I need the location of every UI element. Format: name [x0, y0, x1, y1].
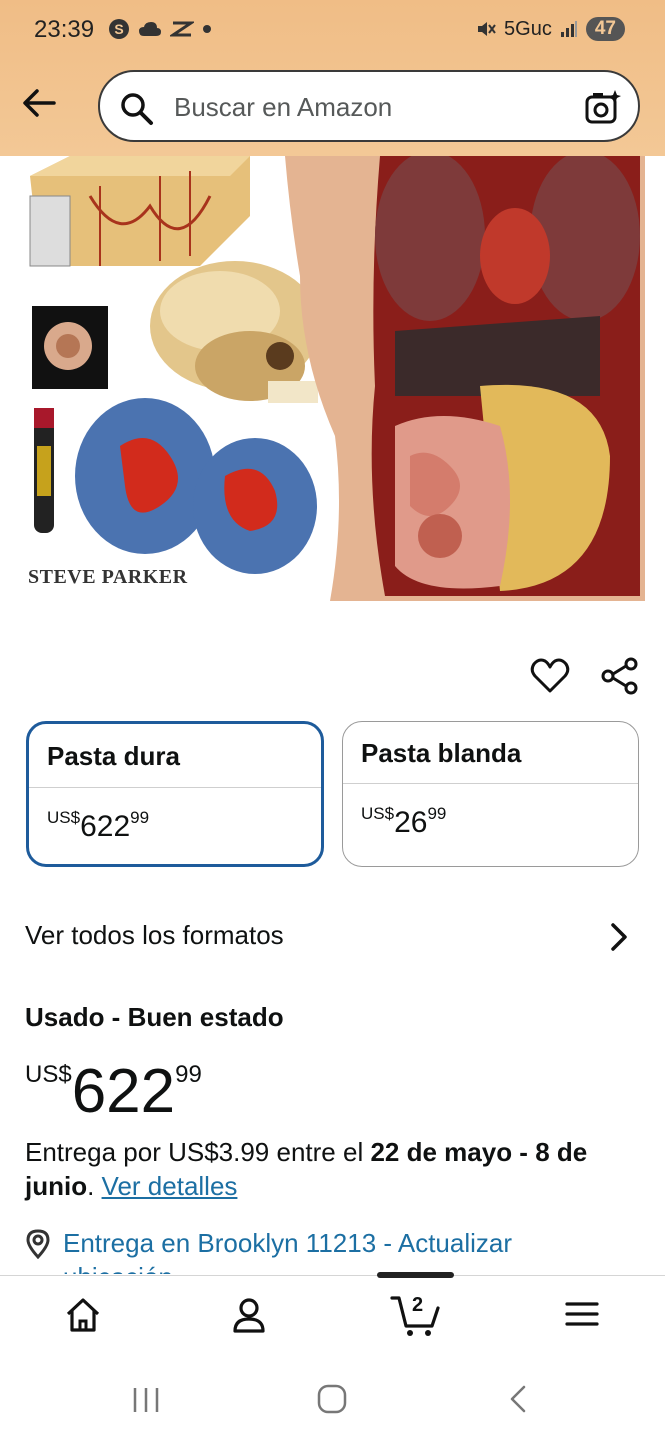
recent-apps-icon[interactable]: [130, 1385, 162, 1415]
nav-account[interactable]: [230, 1296, 268, 1339]
share-icon: [601, 657, 638, 695]
mute-icon: [478, 22, 496, 36]
system-nav-bar: [0, 1367, 665, 1440]
dot-icon: [203, 25, 211, 33]
location-pin-icon: [26, 1229, 50, 1259]
back-arrow-icon: [23, 89, 56, 117]
nav-menu[interactable]: [564, 1296, 600, 1337]
s-icon: S: [109, 19, 129, 39]
format-card-price: US$2699: [361, 804, 447, 839]
status-time: 23:39: [34, 16, 95, 43]
location-text-continued: ubicación: [63, 1260, 173, 1274]
sync-icon: [170, 21, 194, 37]
svg-text:S: S: [114, 21, 123, 37]
search-input[interactable]: [172, 72, 576, 142]
location-text: Entrega en Brooklyn 11213 - Actualizar: [63, 1228, 513, 1258]
wishlist-button[interactable]: [530, 656, 570, 701]
status-bar: 23:39 S 5Guc 47: [0, 0, 665, 62]
active-tab-indicator: [377, 1272, 454, 1278]
format-card-label: Pasta dura: [29, 724, 321, 788]
format-card-price: US$62299: [47, 808, 150, 843]
dividing-cells-illustration: [75, 398, 317, 574]
offer-price: US$62299: [25, 1057, 202, 1126]
signal-icon: [560, 21, 577, 37]
search-bar[interactable]: [98, 70, 640, 142]
menu-icon: [565, 1302, 599, 1326]
format-card-label: Pasta blanda: [343, 722, 638, 784]
account-icon: [233, 1298, 265, 1333]
back-button[interactable]: [22, 88, 56, 123]
torso-model-illustration: [285, 156, 645, 601]
cloud-icon: [139, 22, 161, 36]
camera-search-icon[interactable]: [584, 88, 622, 126]
status-icons-right: 5Guc 47: [476, 17, 625, 41]
delivery-info: Entrega por US$3.99 entre el 22 de mayo …: [25, 1137, 588, 1201]
network-label: 5Guc: [504, 17, 552, 40]
product-image[interactable]: STEVE PARKER: [0, 156, 665, 606]
battery-indicator: 47: [585, 17, 625, 41]
app-header: 23:39 S 5Guc 47: [0, 0, 665, 156]
status-icons-left: S: [108, 18, 212, 40]
update-location-link[interactable]: Entrega en Brooklyn 11213 - Actualizar u…: [25, 1226, 665, 1274]
delivery-details-link[interactable]: Ver detalles: [102, 1171, 238, 1201]
all-formats-link[interactable]: Ver todos los formatos: [25, 920, 284, 951]
nav-home[interactable]: [64, 1296, 102, 1339]
skull-illustration: [150, 261, 320, 403]
home-system-icon[interactable]: [316, 1383, 348, 1415]
cart-count-badge: 2: [412, 1294, 424, 1316]
chevron-right-icon[interactable]: [608, 922, 630, 952]
back-system-icon[interactable]: [506, 1383, 530, 1415]
search-icon: [121, 93, 153, 125]
heart-icon: [530, 658, 570, 693]
share-button[interactable]: [600, 656, 640, 701]
format-card-paperback[interactable]: Pasta blanda US$2699: [342, 721, 639, 867]
book-author-text: STEVE PARKER: [28, 566, 188, 588]
book-cover-illustration: [29, 156, 645, 601]
format-card-hardcover[interactable]: Pasta dura US$62299: [26, 721, 324, 867]
home-icon: [66, 1298, 100, 1332]
bottom-nav: 2: [0, 1272, 665, 1368]
condition-label: Usado - Buen estado: [25, 1002, 284, 1032]
